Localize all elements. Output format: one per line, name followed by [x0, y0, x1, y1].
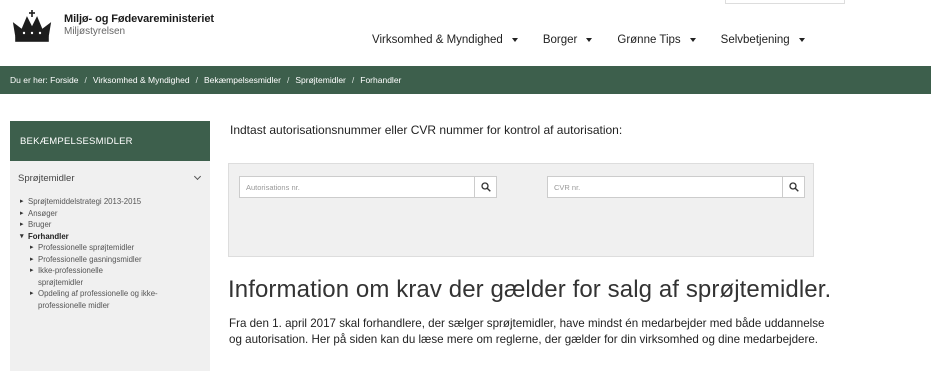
- breadcrumb-link-sproejtemidler[interactable]: Sprøjtemidler: [295, 75, 346, 85]
- sidebar-heading[interactable]: BEKÆMPELSESMIDLER: [10, 121, 210, 161]
- breadcrumb-separator: /: [84, 75, 87, 85]
- authorization-search-panel: [228, 163, 814, 257]
- arrow-right-icon: ▸: [30, 290, 34, 297]
- crown-icon: [12, 10, 52, 42]
- breadcrumb: Du er her: Forside / Virksomhed & Myndig…: [0, 66, 931, 94]
- sidebar-list: ▸ Sprøjtemiddelstrategi 2013-2015 ▸ Ansø…: [10, 196, 210, 311]
- sidebar-item-label: Ikke-professionelle sprøjtemidler: [38, 266, 104, 287]
- breadcrumb-prefix: Du er her:: [10, 75, 48, 85]
- arrow-right-icon: ▸: [30, 255, 34, 263]
- caret-down-icon: [586, 38, 593, 42]
- auth-search-button[interactable]: [474, 177, 496, 197]
- breadcrumb-separator: /: [351, 75, 355, 85]
- ministry-name: Miljø- og Fødevareministeriet: [64, 13, 214, 25]
- sidebar-item-label: Forhandler: [28, 231, 69, 241]
- sidebar-item-ansoeger[interactable]: ▸ Ansøger: [10, 208, 210, 220]
- sidebar-item-forhandler[interactable]: ▾ Forhandler: [10, 231, 210, 243]
- search-icon: [788, 182, 799, 192]
- breadcrumb-current: Forhandler: [360, 75, 402, 85]
- arrow-right-icon: ▸: [20, 209, 24, 217]
- sidebar-section-label: Sprøjtemidler: [18, 172, 75, 184]
- caret-down-icon: [511, 38, 518, 42]
- logo-text: Miljø- og Fødevareministeriet Miljøstyre…: [64, 13, 214, 37]
- sidebar-item-strategi[interactable]: ▸ Sprøjtemiddelstrategi 2013-2015: [10, 196, 210, 208]
- sidebar-subitem-ikke-prof[interactable]: ▸ Ikke-professionelle sprøjtemidler: [10, 265, 210, 288]
- auth-number-input[interactable]: [240, 177, 474, 197]
- sidebar-subitem-opdeling[interactable]: ▸ Opdeling af professionelle og ikke-pro…: [10, 288, 210, 311]
- arrow-right-icon: ▸: [30, 244, 34, 251]
- sidebar: BEKÆMPELSESMIDLER Sprøjtemidler ▸ Sprøjt…: [10, 121, 210, 371]
- sidebar-subitem-prof-sproejtemidler[interactable]: ▸ Professionelle sprøjtemidler: [10, 242, 210, 254]
- sidebar-item-label: Ansøger: [28, 208, 58, 218]
- intro-paragraph: Fra den 1. april 2017 skal forhandlere, …: [229, 317, 825, 346]
- sidebar-item-label: Opdeling af professionelle og ikke-profe…: [38, 289, 158, 310]
- arrow-right-icon: ▸: [20, 198, 24, 205]
- search-icon: [480, 182, 491, 192]
- cvr-number-input[interactable]: [548, 177, 782, 197]
- arrow-down-icon: ▾: [20, 232, 24, 240]
- sidebar-body: Sprøjtemidler ▸ Sprøjtemiddelstrategi 20…: [10, 161, 210, 371]
- site-header: Miljø- og Fødevareministeriet Miljøstyre…: [0, 0, 931, 64]
- arrow-right-icon: ▸: [30, 267, 34, 274]
- chevron-down-icon: [193, 172, 202, 181]
- nav-label: Selvbetjening: [720, 34, 790, 46]
- caret-down-icon: [798, 38, 805, 42]
- top-utility-strip: [725, 0, 845, 4]
- breadcrumb-separator: /: [195, 75, 198, 85]
- nav-item-borger[interactable]: Borger: [543, 34, 593, 46]
- main-nav: Virksomhed & Myndighed Borger Grønne Tip…: [372, 34, 830, 46]
- cvr-search-button[interactable]: [782, 177, 804, 197]
- auth-number-search: [239, 176, 497, 198]
- breadcrumb-separator: /: [286, 75, 290, 85]
- nav-label: Borger: [542, 34, 578, 46]
- site-logo[interactable]: Miljø- og Fødevareministeriet Miljøstyre…: [12, 10, 214, 44]
- page-title: Information om krav der gælder for salg …: [228, 276, 832, 303]
- nav-item-groenne-tips[interactable]: Grønne Tips: [617, 34, 696, 46]
- arrow-right-icon: ▸: [20, 221, 24, 228]
- sidebar-subitem-prof-gasningsmidler[interactable]: ▸ Professionelle gasningsmidler: [10, 254, 210, 266]
- nav-label: Grønne Tips: [617, 34, 681, 46]
- sidebar-section-toggle[interactable]: Sprøjtemidler: [10, 171, 210, 185]
- breadcrumb-link-bekaempelsesmidler[interactable]: Bekæmpelsesmidler: [204, 75, 281, 85]
- search-instructions: Indtast autorisationsnummer eller CVR nu…: [230, 123, 623, 137]
- nav-label: Virksomhed & Myndighed: [372, 34, 503, 46]
- cvr-number-search: [547, 176, 805, 198]
- sidebar-item-label: Bruger: [28, 220, 52, 229]
- sidebar-item-label: Professionelle gasningsmidler: [38, 254, 142, 264]
- caret-down-icon: [689, 38, 696, 42]
- sidebar-item-bruger[interactable]: ▸ Bruger: [10, 219, 210, 231]
- sidebar-item-label: Sprøjtemiddelstrategi 2013-2015: [28, 197, 142, 206]
- breadcrumb-link-virksomhed[interactable]: Virksomhed & Myndighed: [93, 75, 190, 85]
- nav-item-selvbetjening[interactable]: Selvbetjening: [721, 34, 805, 46]
- agency-name: Miljøstyrelsen: [64, 26, 126, 37]
- sidebar-item-label: Professionelle sprøjtemidler: [38, 243, 135, 252]
- nav-item-virksomhed[interactable]: Virksomhed & Myndighed: [372, 34, 518, 46]
- breadcrumb-link-forside[interactable]: Forside: [50, 75, 78, 85]
